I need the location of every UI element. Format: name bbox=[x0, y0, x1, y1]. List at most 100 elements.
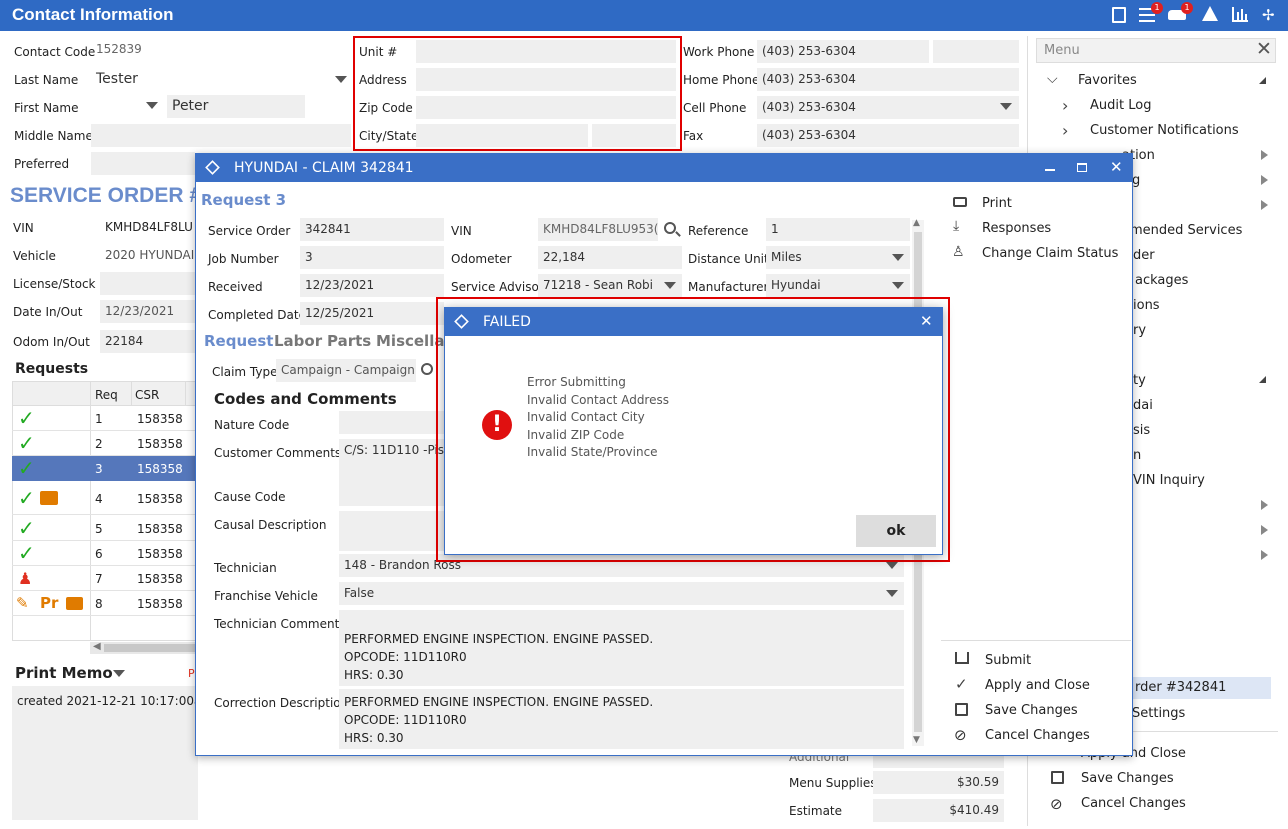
new-document-icon[interactable] bbox=[1112, 7, 1126, 23]
first-name-field[interactable]: Peter bbox=[167, 95, 305, 118]
chevron-down-icon[interactable] bbox=[146, 102, 158, 109]
chevron-down-icon[interactable] bbox=[113, 670, 125, 677]
maximize-icon[interactable] bbox=[1077, 163, 1087, 172]
menu-item-fragment[interactable]: sis bbox=[1133, 423, 1150, 438]
chevron-down-icon[interactable]: ⌵ bbox=[1047, 71, 1058, 87]
responses-action[interactable]: Responses bbox=[982, 221, 1051, 236]
menu-item-fragment[interactable]: Settings bbox=[1132, 706, 1185, 721]
cell-phone-field[interactable]: (403) 253-6304 bbox=[757, 96, 1019, 119]
print-memo-box[interactable]: created 2021-12-21 10:17:00am bbox=[12, 686, 213, 820]
reference-field[interactable]: 1 bbox=[766, 218, 910, 241]
menu-item-fragment[interactable]: ry bbox=[1133, 323, 1146, 338]
menu-customer-notifications[interactable]: Customer Notifications bbox=[1090, 123, 1239, 138]
state-field[interactable] bbox=[592, 124, 676, 147]
menu-audit-log[interactable]: Audit Log bbox=[1090, 98, 1151, 113]
odometer-field[interactable]: 22,184 bbox=[538, 246, 682, 269]
table-row-selected[interactable]: ✓ 3 158358 bbox=[12, 456, 196, 481]
nature-code-field[interactable] bbox=[339, 411, 449, 434]
date-in-field[interactable]: 12/23/2021 bbox=[100, 300, 196, 323]
change-status-action[interactable]: Change Claim Status bbox=[982, 246, 1118, 261]
close-icon[interactable]: ✕ bbox=[920, 312, 933, 330]
claim-type-field[interactable]: Campaign - Campaign bbox=[276, 359, 416, 382]
customer-comments-field[interactable]: C/S: 11D110 -Pist bbox=[339, 439, 449, 484]
tab-parts[interactable]: Parts bbox=[327, 332, 371, 350]
chevron-down-icon[interactable] bbox=[892, 282, 904, 289]
table-row[interactable]: ✓ 2 158358 bbox=[12, 431, 196, 456]
chevron-down-icon[interactable] bbox=[892, 254, 904, 261]
col-req-header[interactable]: Req bbox=[95, 388, 118, 402]
zip-field[interactable] bbox=[416, 96, 676, 119]
tab-labor[interactable]: Labor bbox=[274, 332, 322, 350]
search-icon[interactable] bbox=[664, 222, 681, 237]
menu-item-fragment[interactable]: der bbox=[1133, 248, 1155, 263]
unit-field[interactable] bbox=[416, 40, 676, 63]
address-field[interactable] bbox=[416, 68, 676, 91]
table-row[interactable]: ✓ 6 158358 bbox=[12, 541, 196, 566]
city-field[interactable] bbox=[416, 124, 588, 147]
distance-select[interactable]: Miles bbox=[766, 246, 910, 269]
menu-selected-order[interactable]: rder #342841 bbox=[1127, 677, 1271, 699]
franchise-select[interactable]: False bbox=[339, 582, 904, 605]
completed-field[interactable]: 12/25/2021 bbox=[300, 302, 444, 325]
chevron-left-icon[interactable]: ◀ bbox=[93, 641, 101, 652]
horizontal-scrollbar[interactable]: ◀ bbox=[90, 641, 196, 654]
table-row[interactable]: ✓ 4 158358 bbox=[12, 481, 196, 515]
close-icon[interactable]: ✕ bbox=[1110, 158, 1123, 176]
claim-vin-field[interactable]: KMHD84LF8LU953( bbox=[538, 218, 658, 241]
table-row[interactable]: ✓ 5 158358 bbox=[12, 516, 196, 541]
chevron-down-icon[interactable] bbox=[886, 562, 898, 569]
menu-item-fragment[interactable]: ty bbox=[1133, 373, 1146, 388]
menu-cancel-changes[interactable]: Cancel Changes bbox=[1081, 796, 1186, 811]
odom-field[interactable]: 22184 bbox=[100, 330, 196, 353]
apply-close-action[interactable]: Apply and Close bbox=[985, 678, 1090, 693]
advisor-select[interactable]: 71218 - Sean Robi bbox=[538, 274, 682, 297]
chevron-down-icon[interactable] bbox=[335, 76, 347, 83]
chevron-right-icon[interactable]: › bbox=[1062, 96, 1068, 115]
home-phone-field[interactable]: (403) 253-6304 bbox=[757, 68, 1019, 91]
tech-comments-field[interactable]: PERFORMED ENGINE INSPECTION. ENGINE PASS… bbox=[339, 610, 904, 686]
table-row[interactable]: ♟ 7 158358 bbox=[12, 566, 196, 591]
fax-field[interactable]: (403) 253-6304 bbox=[757, 124, 1019, 147]
work-phone-ext-field[interactable] bbox=[933, 40, 1019, 63]
menu-favorites[interactable]: Favorites bbox=[1078, 73, 1137, 88]
table-row[interactable]: ✎ Pr 8 158358 bbox=[12, 591, 196, 616]
pin-icon[interactable]: ✢ bbox=[1262, 7, 1275, 23]
work-phone-field[interactable]: (403) 253-6304 bbox=[757, 40, 929, 63]
chart-icon[interactable] bbox=[1232, 7, 1248, 22]
menu-item-fragment[interactable]: dai bbox=[1133, 398, 1153, 413]
chevron-down-icon[interactable] bbox=[664, 282, 676, 289]
col-csr-header[interactable]: CSR bbox=[135, 388, 159, 402]
cancel-action[interactable]: Cancel Changes bbox=[985, 728, 1090, 743]
tab-request[interactable]: Request bbox=[204, 332, 273, 350]
chevron-right-icon[interactable]: › bbox=[1062, 121, 1068, 140]
warning-icon[interactable] bbox=[1202, 6, 1218, 21]
minimize-icon[interactable] bbox=[1045, 169, 1055, 171]
menu-item-fragment[interactable]: n bbox=[1133, 448, 1141, 463]
ok-button[interactable]: ok bbox=[856, 515, 936, 547]
cause-code-field[interactable] bbox=[339, 483, 449, 506]
service-order-field[interactable]: 342841 bbox=[300, 218, 444, 241]
last-name-field[interactable]: Tester bbox=[91, 68, 351, 91]
close-icon[interactable]: ✕ bbox=[1256, 38, 1272, 60]
middle-name-field[interactable] bbox=[91, 124, 351, 147]
save-action[interactable]: Save Changes bbox=[985, 703, 1078, 718]
correction-field[interactable]: PERFORMED ENGINE INSPECTION. ENGINE PASS… bbox=[339, 689, 904, 749]
menu-item-fragment[interactable]: g bbox=[1132, 173, 1140, 188]
table-row[interactable]: ✓ 1 158358 bbox=[12, 406, 196, 431]
menu-item-fragment[interactable]: mended Services bbox=[1130, 223, 1242, 238]
print-action[interactable]: Print bbox=[982, 196, 1012, 211]
submit-action[interactable]: Submit bbox=[985, 653, 1031, 668]
chevron-down-icon[interactable] bbox=[1000, 103, 1012, 110]
scroll-up-icon[interactable]: ▲ bbox=[913, 218, 920, 228]
menu-item-fragment[interactable]: ions bbox=[1133, 298, 1160, 313]
chevron-down-icon[interactable] bbox=[886, 590, 898, 597]
license-field[interactable] bbox=[100, 272, 196, 295]
search-icon[interactable] bbox=[421, 363, 433, 375]
causal-description-field[interactable] bbox=[339, 511, 449, 551]
scroll-down-icon[interactable]: ▼ bbox=[913, 735, 920, 745]
menu-save-changes[interactable]: Save Changes bbox=[1081, 771, 1174, 786]
menu-search-input[interactable]: Menu ✕ bbox=[1036, 38, 1276, 63]
menu-item-fragment[interactable]: VIN Inquiry bbox=[1133, 473, 1205, 488]
manufacturer-select[interactable]: Hyundai bbox=[766, 274, 910, 297]
received-field[interactable]: 12/23/2021 bbox=[300, 274, 444, 297]
